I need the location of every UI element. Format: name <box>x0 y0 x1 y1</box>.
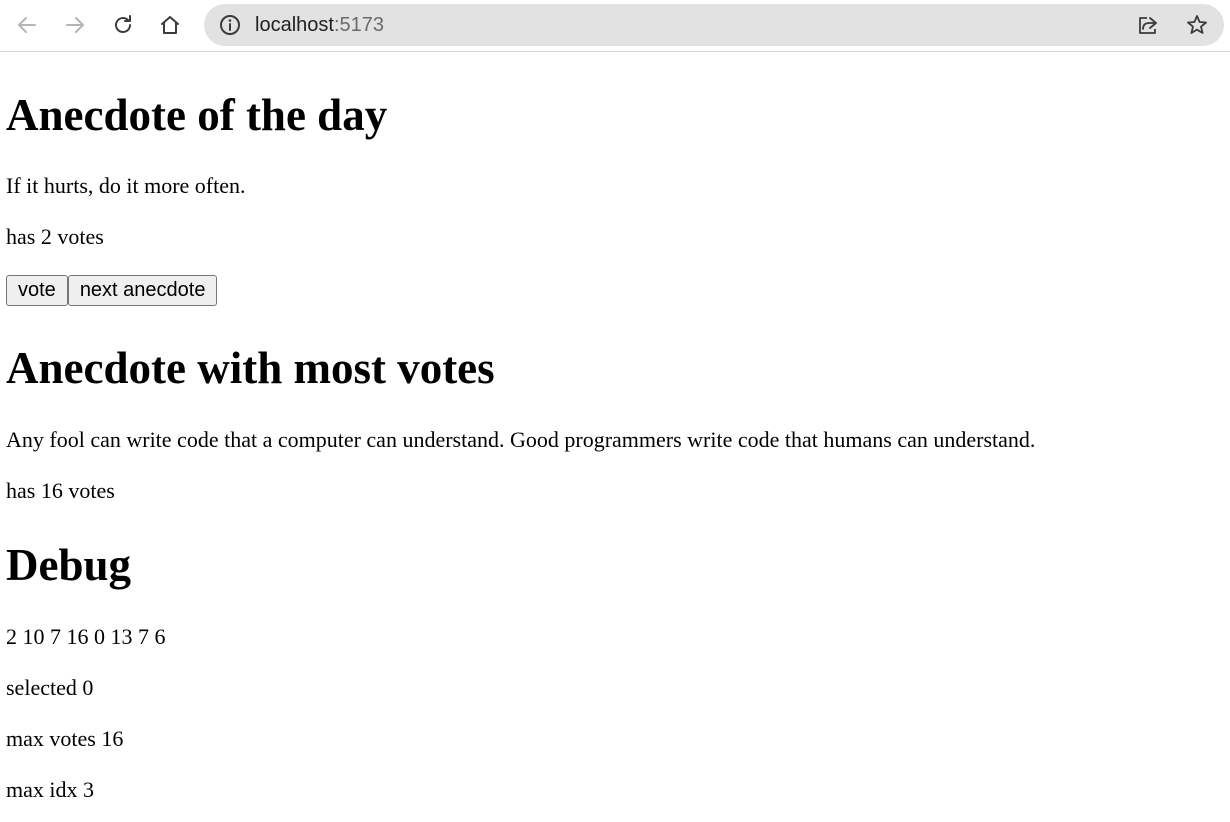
browser-toolbar: localhost:5173 <box>0 0 1230 52</box>
url-port: :5173 <box>333 14 384 36</box>
next-anecdote-button[interactable]: next anecdote <box>67 275 218 306</box>
button-row: vote next anecdote <box>6 275 218 306</box>
address-bar[interactable]: localhost:5173 <box>204 4 1224 46</box>
url-host: localhost <box>255 14 334 36</box>
arrow-right-icon <box>66 17 84 33</box>
most-voted-anecdote-text: Any fool can write code that a computer … <box>6 427 1036 452</box>
arrow-left-icon <box>18 17 36 33</box>
share-icon[interactable] <box>1136 13 1160 37</box>
current-anecdote-votes: has 2 votes <box>6 224 104 249</box>
forward-button[interactable] <box>56 6 94 44</box>
back-button[interactable] <box>8 6 46 44</box>
debug-max-votes: max votes 16 <box>6 726 124 751</box>
debug-selected: selected 0 <box>6 675 94 700</box>
reload-button[interactable] <box>104 6 142 44</box>
home-button[interactable] <box>151 6 189 44</box>
reload-icon <box>115 15 131 33</box>
most-votes-heading: Anecdote with most votes <box>6 343 495 393</box>
current-anecdote-text: If it hurts, do it more often. <box>6 173 246 198</box>
most-voted-anecdote-votes: has 16 votes <box>6 478 115 503</box>
debug-max-idx: max idx 3 <box>6 777 94 802</box>
info-icon[interactable] <box>218 13 242 37</box>
star-icon[interactable] <box>1185 13 1209 37</box>
debug-votes-list: 2 10 7 16 0 13 7 6 <box>6 624 166 649</box>
url-text[interactable]: localhost:5173 <box>255 13 384 37</box>
anecdote-of-the-day-heading: Anecdote of the day <box>6 90 388 140</box>
home-icon <box>161 16 179 34</box>
debug-heading: Debug <box>6 540 132 590</box>
vote-button[interactable]: vote <box>6 275 68 306</box>
